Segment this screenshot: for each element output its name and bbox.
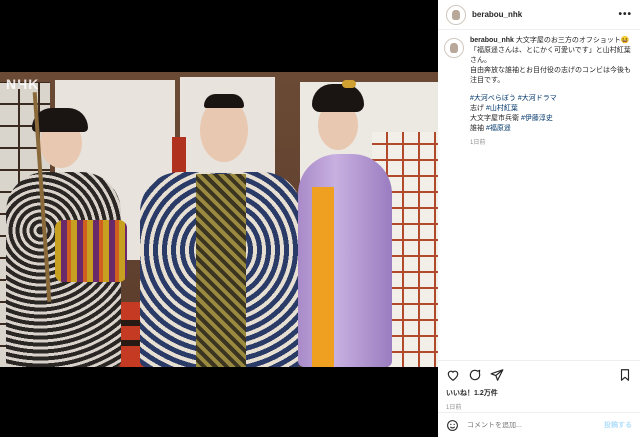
comment-input[interactable] — [467, 421, 604, 429]
cast-role: 大文字屋市兵衛 — [470, 115, 519, 122]
heart-icon[interactable] — [446, 368, 460, 382]
post-header: berabou_nhk ••• — [438, 0, 640, 30]
hashtag-link[interactable]: #伊藤淳史 — [521, 115, 553, 122]
caption-line-2: 「福原遥さんは、とにかく可愛いです」と山村紅葉さん。 — [470, 47, 631, 64]
share-icon[interactable] — [490, 368, 504, 382]
likes-count[interactable]: いいね！1.2万件 — [446, 388, 632, 398]
caption-timestamp: 1日前 — [470, 140, 486, 146]
post-media[interactable]: NHK — [0, 0, 438, 437]
post-comment-button[interactable]: 投稿する — [604, 420, 632, 430]
person-right-obi — [312, 187, 334, 367]
comment-icon[interactable] — [468, 368, 482, 382]
more-horizontal-icon[interactable]: ••• — [618, 9, 632, 20]
nhk-watermark: NHK — [6, 76, 40, 92]
caption-username[interactable]: berabou_nhk — [470, 37, 514, 44]
hashtag-link[interactable]: #大河ドラマ — [518, 95, 557, 102]
post-caption: berabou_nhk 大文字屋のお三方のオフショット😆 「福原遥さんは、とにか… — [444, 36, 636, 148]
header-username[interactable]: berabou_nhk — [472, 10, 618, 19]
hashtag-link[interactable]: #大河べらぼう — [470, 95, 516, 102]
emoji-icon[interactable] — [446, 419, 459, 432]
person-right-hair — [312, 84, 364, 112]
caption-line-1: 大文字屋のお三方のオフショット😆 — [515, 37, 630, 44]
caption-avatar[interactable] — [444, 38, 464, 58]
person-center-inner-kimono — [196, 174, 246, 367]
hair-ornament — [342, 80, 356, 88]
comment-bar: 投稿する — [438, 412, 640, 437]
person-center-hair — [204, 94, 244, 108]
caption-body: berabou_nhk 大文字屋のお三方のオフショット😆 「福原遥さんは、とにか… — [470, 36, 635, 148]
post-date: 1日前 — [446, 405, 462, 411]
cast-role: 志げ — [470, 105, 484, 112]
post-actions: いいね！1.2万件 1日前 — [438, 360, 640, 411]
cast-role: 誰袖 — [470, 125, 484, 132]
person-left-hair — [32, 108, 88, 132]
hashtag-link[interactable]: #山村紅葉 — [486, 105, 518, 112]
striped-bag — [55, 220, 127, 282]
avatar[interactable] — [446, 4, 466, 25]
caption-line-3: 自由奔放な誰袖とお目付役の志げのコンビは今後も注目です。 — [470, 67, 631, 84]
bookmark-icon[interactable] — [618, 368, 632, 382]
hashtag-link[interactable]: #福原遥 — [486, 125, 511, 132]
post-sidebar: berabou_nhk ••• berabou_nhk 大文字屋のお三方のオフシ… — [438, 0, 640, 437]
post-photo: NHK — [0, 72, 438, 367]
